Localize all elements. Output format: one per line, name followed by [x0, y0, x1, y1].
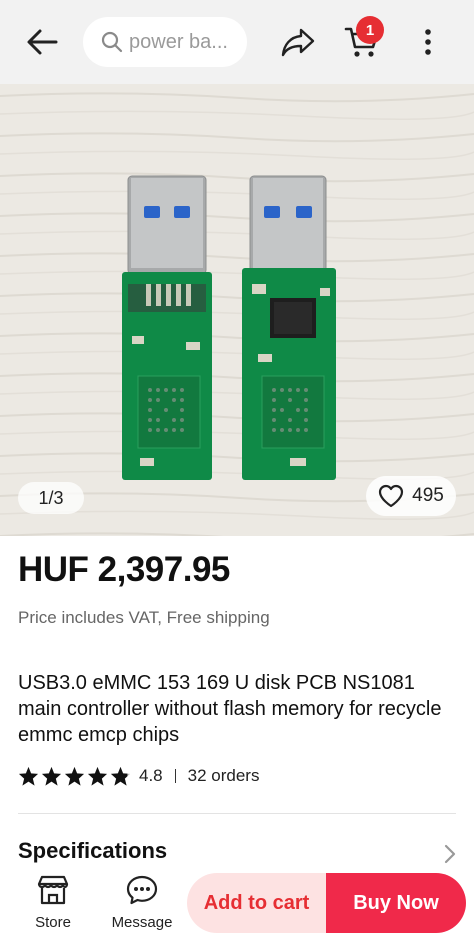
add-to-cart-button[interactable]: Add to cart [187, 873, 326, 933]
product-photo [0, 84, 474, 536]
orders-count: 32 orders [187, 766, 260, 785]
store-button[interactable]: Store [17, 874, 89, 940]
heart-icon [379, 484, 404, 508]
cart-count-badge: 1 [356, 16, 384, 44]
chat-bubble-icon [126, 875, 158, 905]
favorite-count: 495 [412, 485, 444, 506]
product-price: HUF 2,397.95 [18, 550, 230, 589]
star-icon [18, 766, 39, 786]
store-icon [37, 875, 69, 905]
top-bar: power ba... 1 [0, 0, 474, 84]
rating-stars [18, 766, 131, 786]
star-icon [41, 766, 62, 786]
more-vertical-icon [425, 29, 431, 55]
arrow-left-icon [27, 29, 58, 55]
search-placeholder: power ba... [129, 30, 228, 53]
price-note: Price includes VAT, Free shipping [18, 608, 270, 627]
share-button[interactable] [276, 24, 320, 60]
back-button[interactable] [22, 24, 62, 60]
bottom-action-bar: Store Message Add to cart Buy Now [0, 866, 474, 947]
message-label: Message [111, 914, 173, 931]
share-icon [281, 28, 315, 57]
specifications-heading[interactable]: Specifications [18, 838, 167, 864]
chevron-right-icon [444, 844, 456, 864]
specifications-chevron[interactable] [440, 842, 460, 866]
message-button[interactable]: Message [106, 874, 178, 940]
buy-now-button[interactable]: Buy Now [326, 873, 466, 933]
favorite-button[interactable]: 495 [366, 476, 456, 516]
left-usb-board [122, 175, 212, 480]
star-icon [87, 766, 108, 786]
rating-row[interactable]: 4.8 32 orders [18, 764, 259, 788]
image-counter: 1/3 [18, 482, 84, 514]
section-divider [18, 813, 456, 814]
rating-value: 4.8 [139, 766, 163, 785]
store-label: Store [35, 914, 71, 931]
more-options-button[interactable] [412, 24, 444, 60]
rating-separator [174, 769, 176, 783]
right-usb-board [242, 175, 336, 480]
star-half-icon [110, 766, 131, 786]
search-bar[interactable]: power ba... [83, 17, 247, 67]
product-image-gallery[interactable]: 1/3 495 [0, 84, 474, 536]
product-title: USB3.0 eMMC 153 169 U disk PCB NS1081 ma… [18, 672, 442, 746]
star-icon [64, 766, 85, 786]
search-icon [101, 31, 123, 53]
